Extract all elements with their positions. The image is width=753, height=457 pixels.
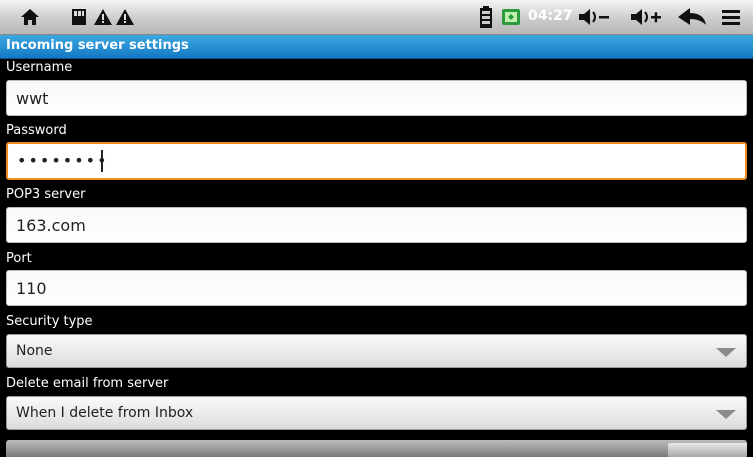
port-field[interactable]: 110: [6, 270, 747, 306]
text-cursor: [101, 150, 103, 172]
status-bar: 04:27: [0, 0, 753, 35]
security-type-value: None: [16, 343, 53, 359]
home-icon[interactable]: [18, 0, 42, 34]
username-field[interactable]: wwt: [6, 80, 747, 116]
clock: 04:27: [528, 8, 573, 24]
volume-down-icon[interactable]: [576, 0, 612, 34]
chevron-down-icon: [716, 348, 736, 357]
username-value: wwt: [16, 89, 49, 108]
password-field[interactable]: ••••••••: [6, 142, 747, 180]
port-value: 110: [16, 279, 47, 298]
delete-email-dropdown[interactable]: When I delete from Inbox: [6, 396, 747, 430]
usb-debug-icon: [500, 0, 522, 34]
next-control-edge[interactable]: [6, 440, 747, 457]
warning-icon: [114, 0, 136, 34]
username-label: Username: [6, 60, 73, 75]
scrollbar[interactable]: [668, 443, 747, 457]
password-label: Password: [6, 123, 67, 138]
password-value: ••••••••: [17, 151, 109, 170]
warning-icon: [92, 0, 114, 34]
page-title: Incoming server settings: [6, 38, 189, 53]
delete-email-value: When I delete from Inbox: [16, 405, 194, 421]
pop3-server-value: 163.com: [16, 216, 86, 235]
chevron-down-icon: [716, 410, 736, 419]
port-label: Port: [6, 251, 32, 266]
pop3-server-field[interactable]: 163.com: [6, 207, 747, 243]
delete-email-label: Delete email from server: [6, 376, 169, 391]
sd-card-icon: [68, 0, 90, 34]
title-bar: Incoming server settings: [0, 35, 753, 59]
security-type-dropdown[interactable]: None: [6, 334, 747, 368]
menu-icon[interactable]: [718, 0, 744, 34]
volume-up-icon[interactable]: [628, 0, 664, 34]
security-type-label: Security type: [6, 314, 93, 329]
battery-icon: [477, 0, 495, 34]
pop3-label: POP3 server: [6, 187, 86, 202]
back-icon[interactable]: [674, 0, 710, 34]
